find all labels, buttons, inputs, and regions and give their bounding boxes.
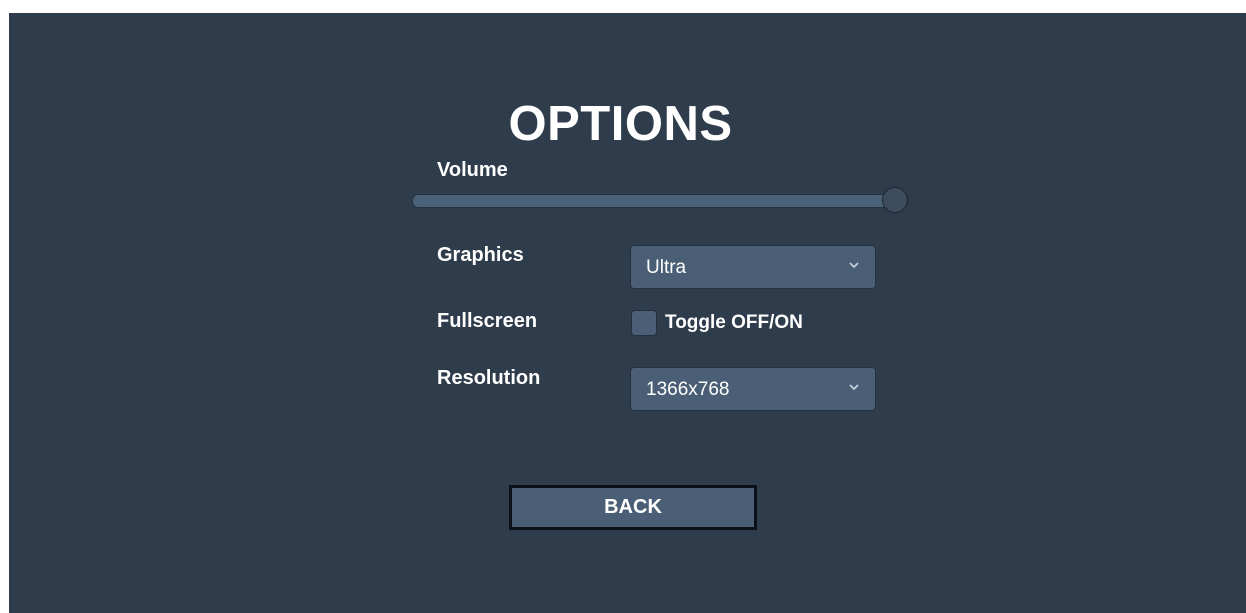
volume-slider-fill [413, 195, 896, 207]
fullscreen-checkbox[interactable] [631, 310, 657, 336]
options-screen: OPTIONS Volume Graphics Ultra Fullscreen… [9, 13, 1246, 613]
fullscreen-label: Fullscreen [437, 310, 538, 332]
volume-slider-track[interactable] [412, 194, 897, 208]
back-button[interactable]: BACK [509, 485, 757, 530]
resolution-label: Resolution [437, 367, 541, 389]
graphics-dropdown[interactable]: Ultra [630, 245, 876, 289]
chevron-down-icon [849, 384, 859, 391]
fullscreen-toggle[interactable]: Toggle OFF/ON [631, 309, 803, 337]
resolution-dropdown-value: 1366x768 [646, 379, 730, 400]
volume-slider[interactable] [412, 187, 909, 217]
chevron-down-icon [849, 262, 859, 269]
fullscreen-toggle-label: Toggle OFF/ON [665, 312, 803, 333]
volume-slider-handle[interactable] [882, 187, 908, 213]
page-title: OPTIONS [508, 97, 733, 151]
graphics-label: Graphics [437, 244, 524, 266]
resolution-dropdown[interactable]: 1366x768 [630, 367, 876, 411]
graphics-dropdown-value: Ultra [646, 257, 687, 278]
volume-label: Volume [437, 159, 508, 181]
